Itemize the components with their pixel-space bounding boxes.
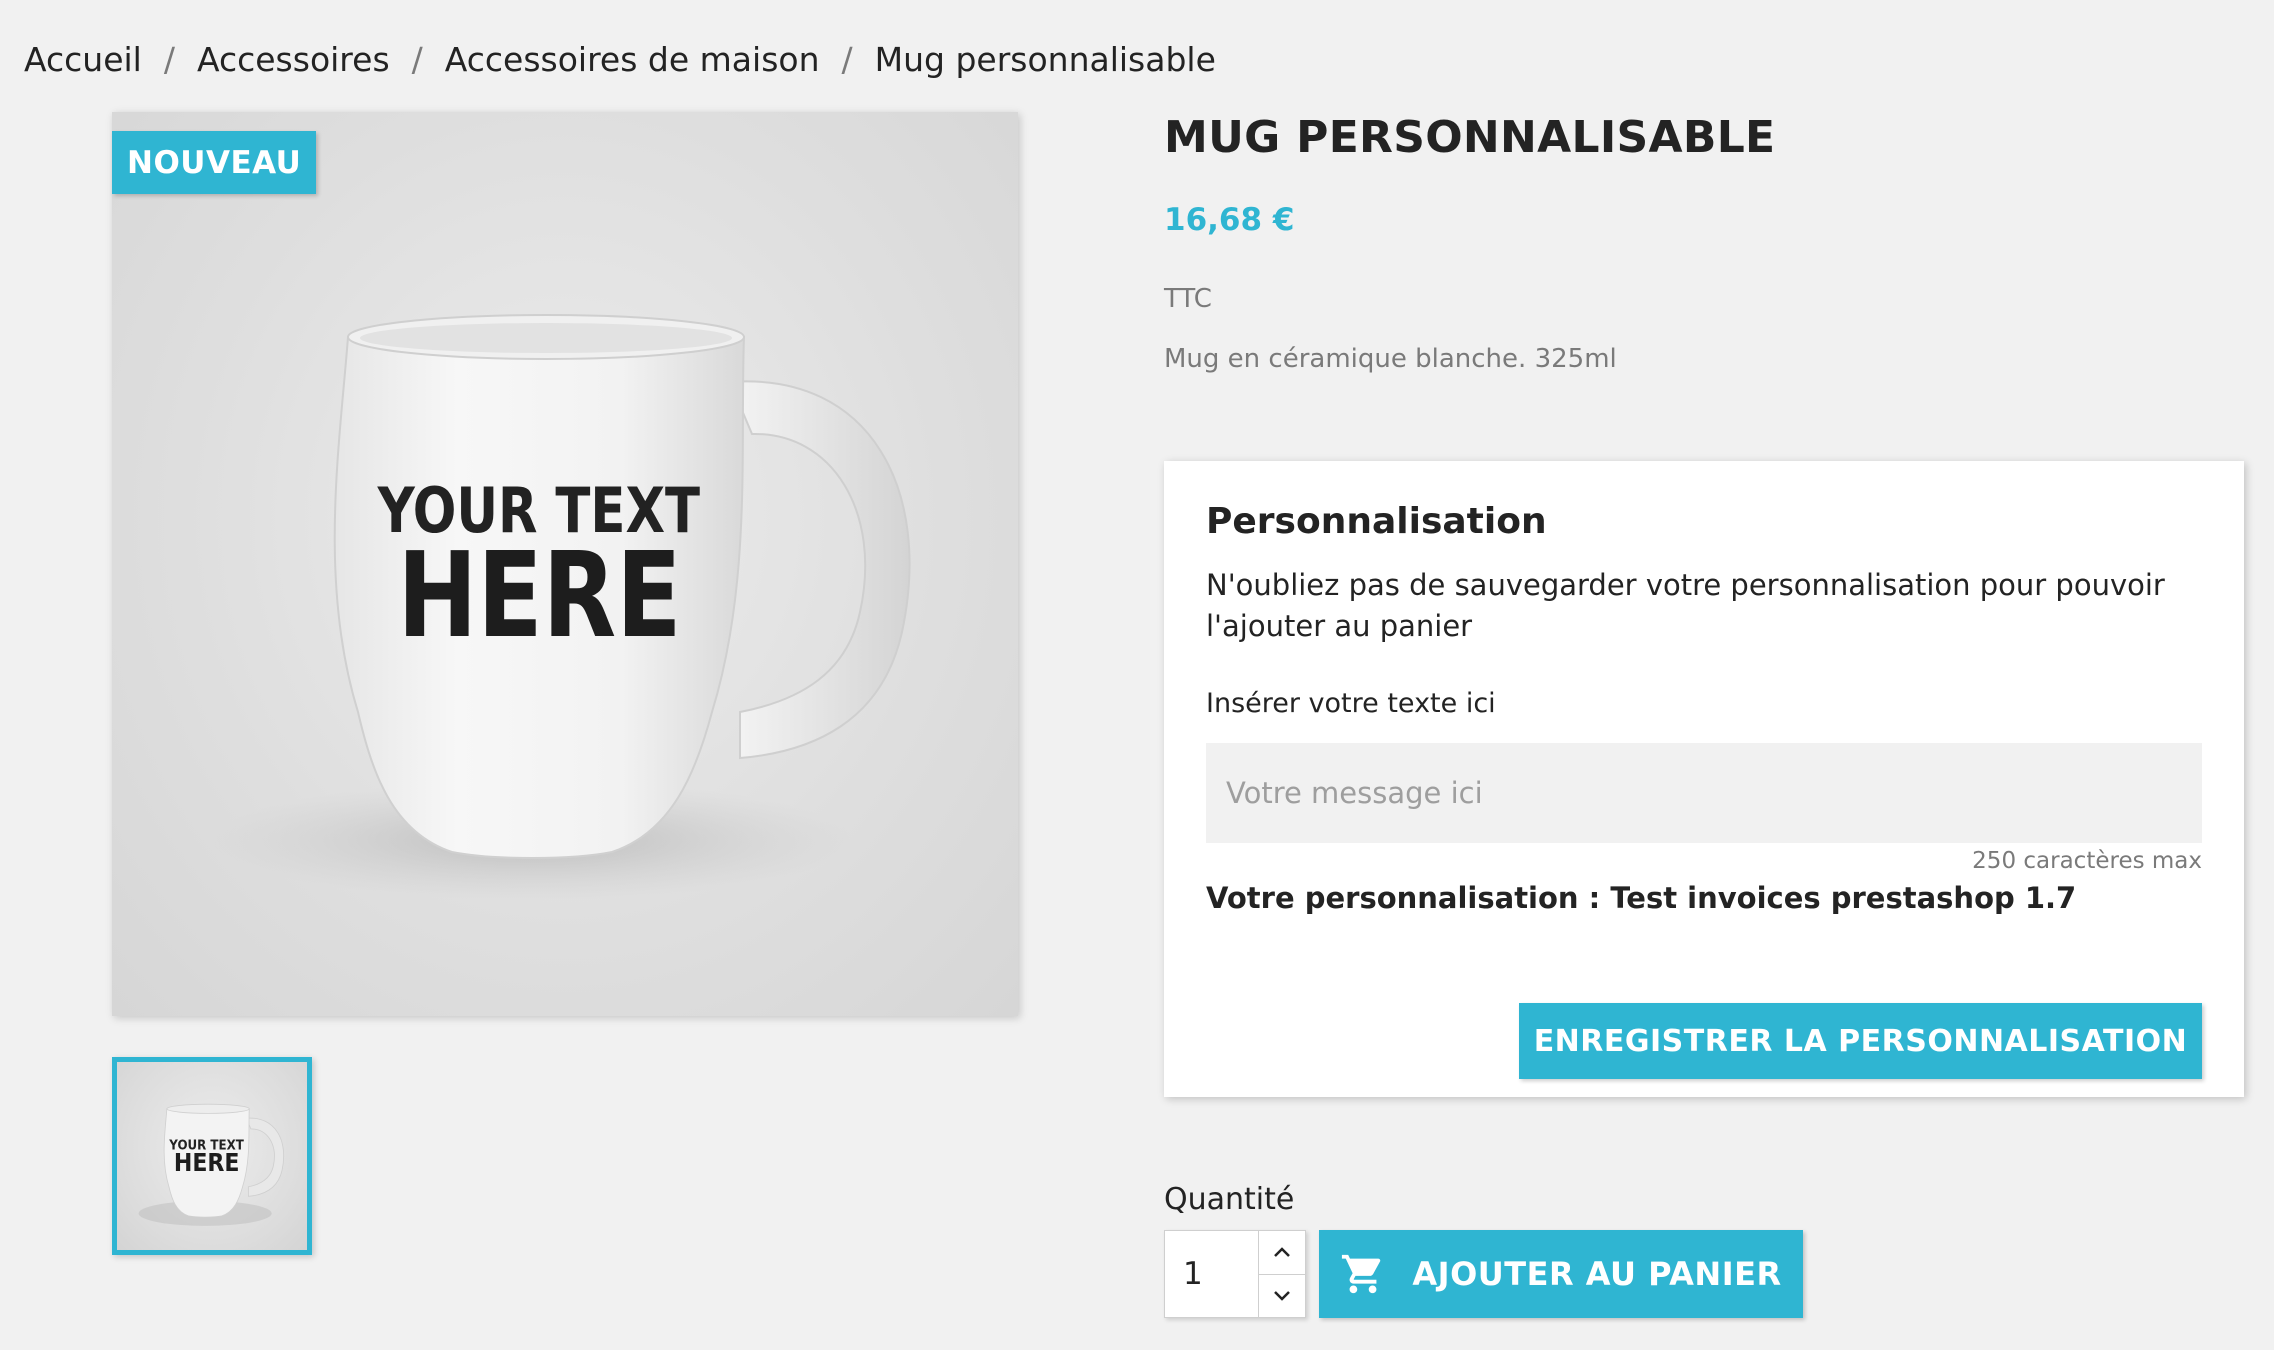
chevron-down-icon <box>1274 1290 1290 1301</box>
product-short-description: Mug en céramique blanche. 325ml <box>1164 344 1617 374</box>
add-to-cart-label: AJOUTER AU PANIER <box>1412 1255 1782 1293</box>
save-customization-button[interactable]: ENREGISTRER LA PERSONNALISATION <box>1519 1003 2202 1079</box>
breadcrumb-separator: / <box>841 40 853 79</box>
max-chars-hint: 250 caractères max <box>1972 848 2202 874</box>
quantity-label: Quantité <box>1164 1182 1295 1217</box>
quantity-buttons <box>1258 1230 1306 1318</box>
product-price: 16,68 € <box>1164 202 1295 238</box>
quantity-decrease-button[interactable] <box>1259 1273 1305 1318</box>
breadcrumb-separator: / <box>163 40 175 79</box>
breadcrumb-item-home-accessories[interactable]: Accessoires de maison <box>445 40 820 79</box>
breadcrumb-item-accessories[interactable]: Accessoires <box>197 40 390 79</box>
product-title: MUG PERSONNALISABLE <box>1164 112 1776 163</box>
breadcrumb-separator: / <box>411 40 423 79</box>
chevron-up-icon <box>1274 1247 1290 1258</box>
shopping-cart-icon <box>1342 1254 1381 1294</box>
customization-note: N'oubliez pas de sauvegarder votre perso… <box>1206 568 2165 643</box>
product-thumbnail[interactable]: YOUR TEXT HERE <box>112 1057 312 1255</box>
breadcrumb-item-home[interactable]: Accueil <box>24 40 142 79</box>
breadcrumb-item-current[interactable]: Mug personnalisable <box>875 40 1216 79</box>
thumb-mug-text-line2: HERE <box>174 1148 240 1177</box>
new-badge: NOUVEAU <box>112 131 317 194</box>
customization-text-input[interactable] <box>1206 743 2202 843</box>
mug-illustration: YOUR TEXT HERE <box>212 314 911 900</box>
quantity-increase-button[interactable] <box>1259 1231 1305 1274</box>
mug-text-line2: HERE <box>397 528 681 665</box>
quantity-stepper <box>1164 1230 1306 1318</box>
mug-thumbnail-illustration: YOUR TEXT HERE <box>138 1103 285 1226</box>
tax-label: TTC <box>1164 284 1212 314</box>
product-main-image[interactable]: YOUR TEXT HERE <box>112 112 1018 1016</box>
quantity-input[interactable] <box>1164 1230 1258 1318</box>
customization-panel: Personnalisation N'oubliez pas de sauveg… <box>1164 461 2244 1097</box>
saved-customization-text: Votre personnalisation : Test invoices p… <box>1206 881 2077 915</box>
customization-title: Personnalisation <box>1206 501 1547 542</box>
product-page: Accueil / Accessoires / Accessoires de m… <box>0 0 2274 1350</box>
add-to-cart-button[interactable]: AJOUTER AU PANIER <box>1319 1230 1803 1318</box>
customization-field-label: Insérer votre texte ici <box>1206 688 1496 719</box>
breadcrumb: Accueil / Accessoires / Accessoires de m… <box>24 40 1216 79</box>
